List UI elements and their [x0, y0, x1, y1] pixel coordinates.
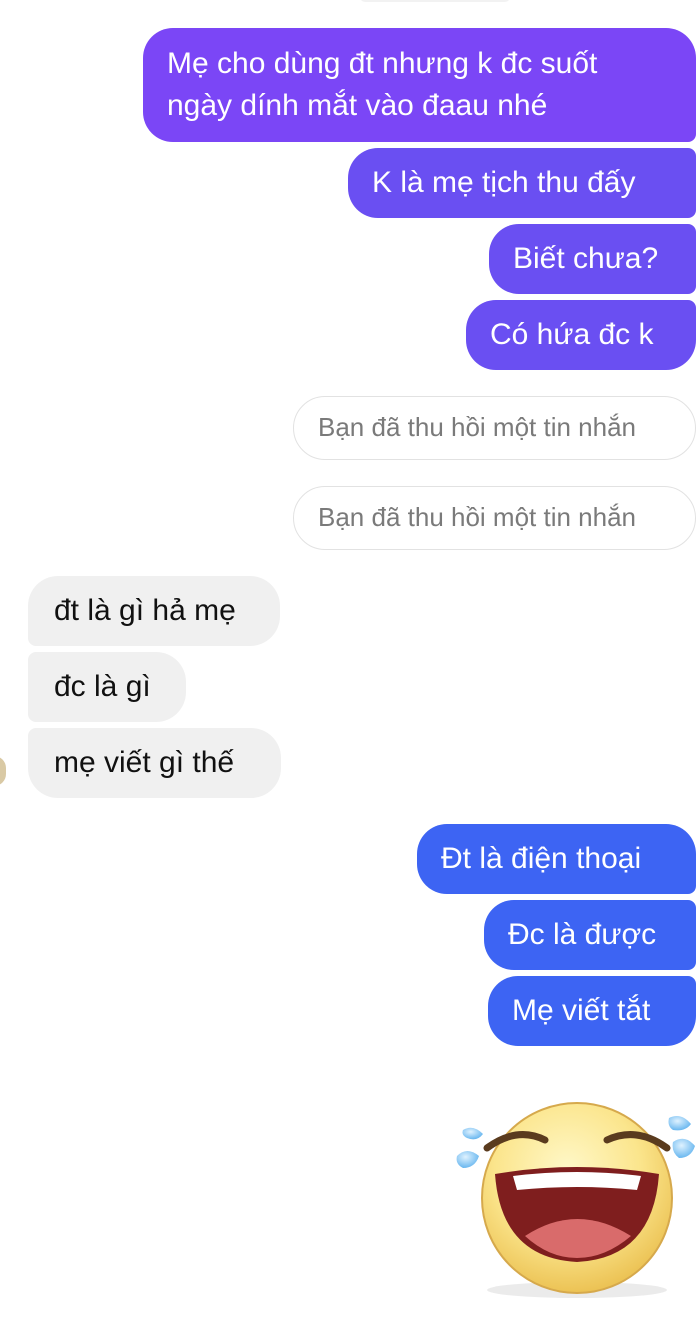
- incoming-message[interactable]: mẹ viết gì thế: [28, 728, 281, 798]
- incoming-message[interactable]: đc là gì: [28, 652, 186, 722]
- avatar[interactable]: [0, 756, 6, 786]
- outgoing-message[interactable]: Mẹ cho dùng đt nhưng k đc suốt ngày dính…: [143, 28, 696, 142]
- message-text: K là mẹ tịch thu đấy: [372, 166, 636, 199]
- outgoing-message[interactable]: Đc là được: [484, 900, 696, 970]
- recalled-text: Bạn đã thu hồi một tin nhắn: [318, 412, 637, 442]
- message-line: Mẹ cho dùng đt nhưng k đc suốt: [167, 47, 598, 80]
- message-text: Có hứa đc k: [490, 318, 654, 351]
- message-text: mẹ viết gì thế: [54, 746, 235, 779]
- message-text: Mẹ viết tắt: [512, 994, 651, 1027]
- laughing-crying-emoji-icon[interactable]: [455, 1090, 695, 1300]
- incoming-message[interactable]: đt là gì hả mẹ: [28, 576, 280, 646]
- message-line: ngày dính mắt vào đaau nhé: [167, 89, 548, 122]
- previous-message-edge: [360, 0, 510, 2]
- outgoing-message[interactable]: Biết chưa?: [489, 224, 696, 294]
- message-text: Biết chưa?: [513, 242, 659, 275]
- outgoing-message[interactable]: Đt là điện thoại: [417, 824, 696, 894]
- message-thread: Mẹ cho dùng đt nhưng k đc suốt ngày dính…: [0, 0, 699, 1329]
- recalled-message-notice: Bạn đã thu hồi một tin nhắn: [293, 486, 696, 550]
- recalled-text: Bạn đã thu hồi một tin nhắn: [318, 502, 637, 532]
- message-text: Đc là được: [508, 918, 657, 951]
- message-text: đt là gì hả mẹ: [54, 594, 236, 627]
- outgoing-message[interactable]: K là mẹ tịch thu đấy: [348, 148, 696, 218]
- outgoing-message[interactable]: Có hứa đc k: [466, 300, 696, 370]
- message-text: Đt là điện thoại: [441, 842, 642, 875]
- recalled-message-notice: Bạn đã thu hồi một tin nhắn: [293, 396, 696, 460]
- outgoing-message[interactable]: Mẹ viết tắt: [488, 976, 696, 1046]
- message-text: đc là gì: [54, 670, 151, 703]
